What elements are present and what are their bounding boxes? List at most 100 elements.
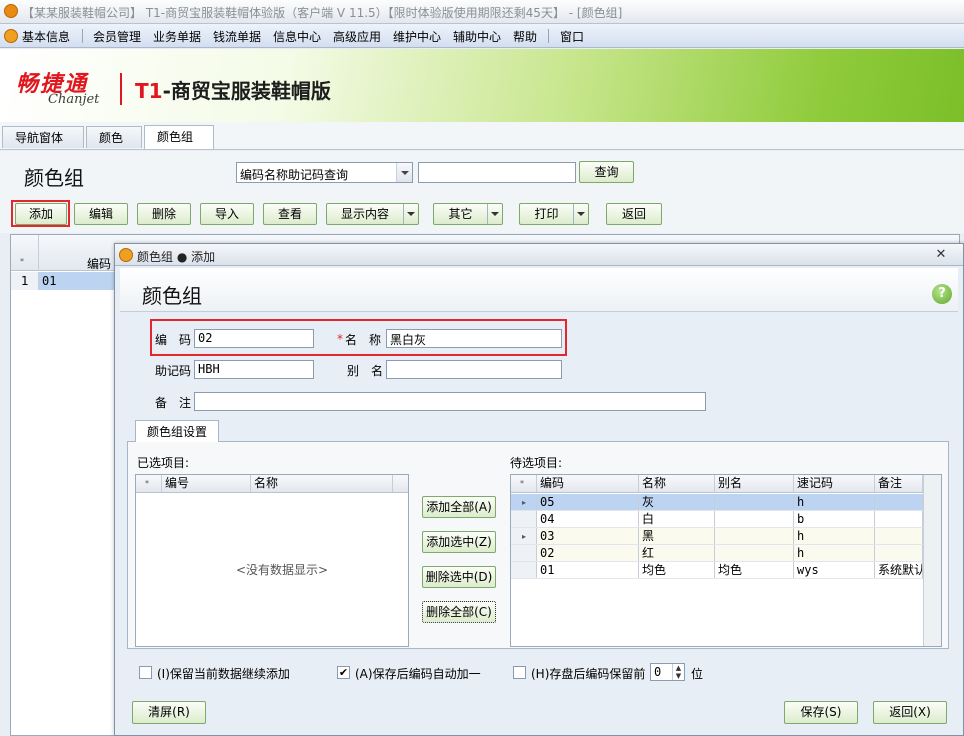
code-label: 编 码: [155, 333, 192, 347]
cell-note: 系统默认: [875, 562, 923, 578]
stepper-arrows-icon[interactable]: ▲ ▼: [672, 664, 684, 680]
tab-color-group[interactable]: 颜色组: [144, 125, 214, 149]
dialog-app-icon: [119, 248, 133, 262]
menu-basic-info[interactable]: 基本信息: [22, 28, 70, 45]
import-button[interactable]: 导入: [200, 203, 254, 225]
required-mark: *: [337, 332, 343, 346]
dialog-title: 颜色组 ● 添加: [137, 250, 216, 264]
row-arrow-icon: [511, 562, 537, 578]
menu-money-docs[interactable]: 钱流单据: [213, 28, 261, 45]
back-button[interactable]: 返回: [606, 203, 662, 225]
table-row[interactable]: ▸ 05 灰 h: [511, 494, 923, 511]
print-button[interactable]: 打印: [519, 203, 589, 225]
cell-shorthand: h: [794, 528, 875, 544]
clear-button[interactable]: 清屏(R): [132, 701, 206, 724]
menu-info-center[interactable]: 信息中心: [273, 28, 321, 45]
other-button[interactable]: 其它: [433, 203, 503, 225]
table-row[interactable]: 02 红 h: [511, 545, 923, 562]
remark-field[interactable]: [194, 392, 706, 411]
add-all-button[interactable]: 添加全部(A): [422, 496, 496, 518]
cell-code: 03: [537, 528, 639, 544]
keep-data-checkbox[interactable]: [139, 666, 152, 679]
search-mode-select[interactable]: 编码名称助记码查询: [236, 162, 413, 183]
add-button[interactable]: 添加: [15, 203, 67, 225]
auto-increment-checkbox[interactable]: ✔: [337, 666, 350, 679]
cell-note: [875, 528, 923, 544]
menu-bar: 基本信息 会员管理 业务单据 钱流单据 信息中心 高级应用 维护中心 辅助中心 …: [0, 24, 964, 48]
help-icon[interactable]: ?: [932, 284, 952, 304]
edit-button[interactable]: 编辑: [74, 203, 128, 225]
remove-all-button[interactable]: 删除全部(C): [422, 601, 496, 623]
cell-shorthand: b: [794, 511, 875, 527]
selected-col-name[interactable]: 名称: [251, 475, 393, 492]
vertical-scrollbar[interactable]: [923, 475, 941, 646]
add-color-group-dialog: 颜色组 ● 添加 ✕ 颜色组 ? 编 码 02 * 名 称 黑白灰 助记码 HB…: [114, 243, 964, 736]
available-col-name[interactable]: 名称: [639, 475, 715, 492]
code-field[interactable]: 02: [194, 329, 314, 348]
menu-business-docs[interactable]: 业务单据: [153, 28, 201, 45]
chevron-down-icon[interactable]: [487, 204, 502, 224]
dialog-back-button[interactable]: 返回(X): [873, 701, 947, 724]
menu-window[interactable]: 窗口: [560, 28, 584, 45]
row-arrow-icon: ▸: [511, 494, 537, 510]
list-row[interactable]: 1 01: [11, 272, 114, 290]
close-icon[interactable]: ✕: [933, 247, 949, 263]
chevron-down-icon[interactable]: [573, 204, 588, 224]
cell-alias: [715, 545, 794, 561]
delete-button[interactable]: 删除: [137, 203, 191, 225]
toolbar: 添加 编辑 删除 导入 查看 显示内容 其它 打印 返回: [0, 195, 964, 233]
chevron-down-icon[interactable]: [396, 163, 412, 182]
available-col-alias[interactable]: 别名: [715, 475, 794, 492]
selected-items-grid: * 编号 名称 <没有数据显示>: [135, 474, 409, 647]
cell-alias: [715, 494, 794, 510]
table-row[interactable]: ▸ 03 黑 h: [511, 528, 923, 545]
product-edition: -商贸宝服装鞋帽版: [162, 79, 331, 103]
save-button[interactable]: 保存(S): [784, 701, 858, 724]
menu-advanced[interactable]: 高级应用: [333, 28, 381, 45]
available-col-note[interactable]: 备注: [875, 475, 923, 492]
row-arrow-icon: ▸: [511, 528, 537, 544]
keep-digits-stepper[interactable]: 0 ▲ ▼: [650, 663, 685, 681]
display-content-label: 显示内容: [340, 207, 389, 221]
group-settings-panel: 已选项目: * 编号 名称 <没有数据显示> 添加全部(A) 添加选中(Z) 删…: [127, 441, 949, 649]
cell-code: 02: [537, 545, 639, 561]
query-button[interactable]: 查询: [579, 161, 634, 183]
mnemonic-field[interactable]: HBH: [194, 360, 314, 379]
available-col-code[interactable]: 编码: [537, 475, 639, 492]
row-code: 01: [39, 272, 114, 290]
dialog-header: 颜色组 ?: [120, 268, 958, 312]
cell-note: [875, 545, 923, 561]
menu-help[interactable]: 帮助: [513, 28, 537, 45]
list-column-code[interactable]: 编码: [87, 255, 111, 272]
alias-field[interactable]: [386, 360, 562, 379]
menu-separator: [548, 29, 549, 43]
keep-digits-checkbox[interactable]: [513, 666, 526, 679]
search-input[interactable]: [418, 162, 576, 183]
cell-shorthand: h: [794, 545, 875, 561]
available-col-marker: *: [511, 475, 537, 492]
empty-message: <没有数据显示>: [236, 563, 329, 577]
display-content-button[interactable]: 显示内容: [326, 203, 419, 225]
tab-color[interactable]: 颜色: [86, 126, 142, 148]
add-selected-button[interactable]: 添加选中(Z): [422, 531, 496, 553]
chevron-down-icon[interactable]: [403, 204, 418, 224]
row-arrow-icon: [511, 545, 537, 561]
selected-col-marker: *: [136, 475, 162, 492]
cell-name: 红: [639, 545, 715, 561]
table-row[interactable]: 01 均色 均色 wys 系统默认: [511, 562, 923, 579]
cell-name: 白: [639, 511, 715, 527]
selected-col-number[interactable]: 编号: [162, 475, 251, 492]
view-button[interactable]: 查看: [263, 203, 317, 225]
logo-divider: [120, 73, 122, 105]
menu-member[interactable]: 会员管理: [93, 28, 141, 45]
table-row[interactable]: 04 白 b: [511, 511, 923, 528]
remove-selected-button[interactable]: 删除选中(D): [422, 566, 496, 588]
menu-assist[interactable]: 辅助中心: [453, 28, 501, 45]
tab-navigation[interactable]: 导航窗体: [2, 126, 84, 148]
available-col-shorthand[interactable]: 速记码: [794, 475, 875, 492]
digits-unit-label: 位: [691, 667, 704, 681]
name-label: 名 称: [345, 333, 382, 347]
name-field[interactable]: 黑白灰: [386, 329, 562, 348]
tab-group-settings[interactable]: 颜色组设置: [135, 420, 220, 442]
menu-maintenance[interactable]: 维护中心: [393, 28, 441, 45]
